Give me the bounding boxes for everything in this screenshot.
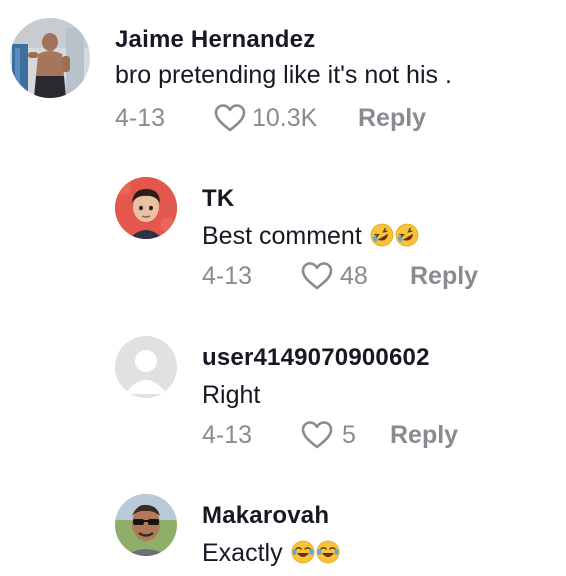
default-user-icon xyxy=(115,336,177,398)
rolling-on-floor-laughing-icon xyxy=(370,223,394,247)
reply-button[interactable]: Reply xyxy=(410,262,478,291)
comment-text: Best comment xyxy=(202,222,419,251)
comment-text: Right xyxy=(202,381,261,409)
reply-button[interactable]: Reply xyxy=(390,421,458,450)
heart-icon[interactable] xyxy=(300,260,334,292)
face-with-tears-of-joy-icon xyxy=(316,540,340,564)
comment-meta: 4-13 10.3K Reply xyxy=(115,104,515,138)
comment-item: Jaime Hernandez bro pretending like it's… xyxy=(0,0,566,150)
comment-date: 4-13 xyxy=(115,104,166,132)
comment-text-body: Exactly xyxy=(202,539,283,567)
like-count: 48 xyxy=(340,262,368,290)
comment-meta: 4-13 48 Reply xyxy=(202,262,542,296)
avatar[interactable] xyxy=(115,336,177,398)
like-count: 10.3K xyxy=(252,104,318,132)
avatar[interactable] xyxy=(115,177,177,239)
avatar[interactable] xyxy=(10,18,90,98)
comment-username[interactable]: TK xyxy=(202,185,234,213)
rolling-on-floor-laughing-icon xyxy=(395,223,419,247)
comment-meta: 4-13 5 Reply xyxy=(202,421,542,455)
face-with-tears-of-joy-icon xyxy=(291,540,315,564)
comment-username[interactable]: Jaime Hernandez xyxy=(115,26,315,54)
like-count: 5 xyxy=(342,421,356,449)
heart-icon[interactable] xyxy=(300,419,334,451)
comment-item: Makarovah Exactly xyxy=(0,470,566,576)
comment-text: bro pretending like it's not his . xyxy=(115,61,452,89)
comment-text: Exactly xyxy=(202,539,340,568)
comment-username[interactable]: Makarovah xyxy=(202,502,329,530)
comment-item: user4149070900602 Right 4-13 5 Reply xyxy=(0,310,566,470)
reply-button[interactable]: Reply xyxy=(358,104,426,133)
comment-text-body: Best comment xyxy=(202,222,362,250)
comment-date: 4-13 xyxy=(202,262,253,290)
comment-item: TK Best comment 4-13 48 Reply xyxy=(0,150,566,310)
comment-date: 4-13 xyxy=(202,421,253,449)
avatar[interactable] xyxy=(115,494,177,556)
comment-username[interactable]: user4149070900602 xyxy=(202,344,430,372)
heart-icon[interactable] xyxy=(213,102,247,134)
